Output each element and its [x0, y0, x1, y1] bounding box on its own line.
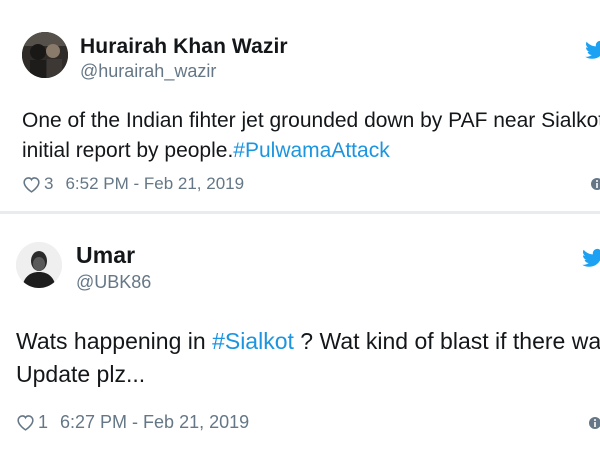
twitter-bird-icon[interactable] [582, 248, 600, 268]
like-count: 3 [44, 174, 54, 193]
display-name[interactable]: Hurairah Khan Wazir [80, 35, 288, 59]
user-handle[interactable]: @hurairah_wazir [80, 61, 216, 82]
tweet-text: Wats happening in #Sialkot ? Wat kind of… [16, 325, 600, 391]
display-name[interactable]: Umar [76, 242, 135, 269]
avatar-photo-icon [22, 32, 68, 78]
timestamp-link[interactable]: 6:52 PM - Feb 21, 2019 [65, 174, 244, 194]
twitter-bird-icon[interactable] [585, 40, 600, 60]
tweet-text-line: initial report by people.#PulwamaAttack [22, 136, 600, 166]
tweet-text-segment: Wats happening in [16, 328, 213, 354]
heart-icon[interactable] [22, 176, 41, 193]
hashtag-link[interactable]: #PulwamaAttack [233, 139, 389, 162]
tweet-text-segment: ? Wat kind of blast if there was any? [300, 328, 600, 354]
timestamp-link[interactable]: 6:27 PM - Feb 21, 2019 [60, 412, 249, 433]
tweet-text-segment: initial report by people. [22, 139, 234, 162]
like-count: 1 [38, 412, 49, 432]
hashtag-link[interactable]: #Sialkot [212, 328, 294, 354]
tweet-text-line: Update plz... [16, 361, 146, 387]
tweet-meta: 1 6:27 PM - Feb 21, 2019 [16, 412, 249, 433]
tweet-card[interactable]: Hurairah Khan Wazir @hurairah_wazir One … [0, 0, 600, 212]
tweet-meta: 3 6:52 PM - Feb 21, 2019 [22, 174, 244, 194]
tweet-text: One of the Indian fihter jet grounded do… [22, 106, 600, 166]
tweet-text-line: Wats happening in #Sialkot ? Wat kind of… [16, 325, 600, 358]
info-icon[interactable] [590, 177, 600, 191]
tweet-card[interactable]: Umar @UBK86 Wats happening in #Sialkot ?… [0, 214, 600, 450]
avatar-photo-icon [16, 242, 62, 288]
user-handle[interactable]: @UBK86 [76, 272, 151, 293]
avatar[interactable] [16, 242, 62, 288]
heart-icon[interactable] [16, 414, 35, 431]
avatar[interactable] [22, 32, 68, 78]
info-icon[interactable] [588, 416, 600, 430]
tweet-text-line: One of the Indian fihter jet grounded do… [22, 109, 600, 132]
tweet-screenshot: Hurairah Khan Wazir @hurairah_wazir One … [0, 0, 600, 450]
